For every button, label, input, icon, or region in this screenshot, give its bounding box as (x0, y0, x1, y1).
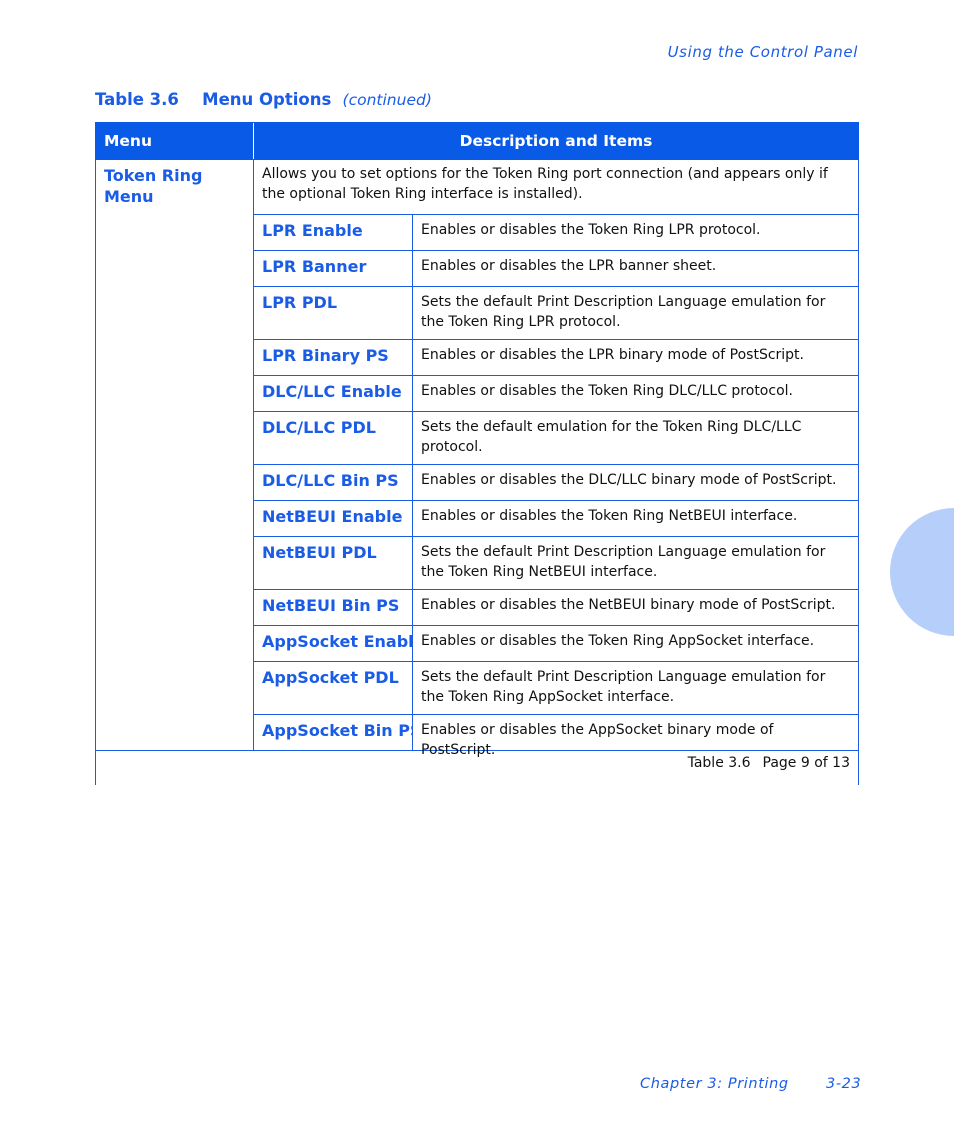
item-desc: Enables or disables the AppSocket binary… (421, 722, 774, 758)
table-row: AppSocket Enabl Enables or disables the T… (254, 626, 858, 662)
item-name: DLC/LLC PDL (254, 412, 413, 464)
item-desc: Sets the default Print Description Langu… (421, 669, 826, 705)
table-row: DLC/LLC Enable Enables or disables the To… (254, 376, 858, 412)
item-desc: Enables or disables the LPR binary mode … (421, 347, 804, 363)
running-head: Using the Control Panel (667, 43, 858, 61)
item-name: LPR Banner (254, 251, 413, 286)
description-column: Allows you to set options for the Token … (254, 160, 858, 758)
menu-intro: Allows you to set options for the Token … (254, 160, 858, 215)
item-desc: Sets the default emulation for the Token… (421, 419, 802, 455)
table-row: LPR PDL Sets the default Print Descriptio… (254, 287, 858, 340)
table-row: NetBEUI Bin PS Enables or disables the Ne… (254, 590, 858, 626)
table-caption: Table 3.6 Menu Options (continued) (95, 90, 432, 109)
table-title: Menu Options (202, 90, 332, 109)
item-desc: Enables or disables the LPR banner sheet… (421, 258, 717, 274)
table-row: LPR Binary PS Enables or disables the LPR… (254, 340, 858, 376)
item-desc: Enables or disables the NetBEUI binary m… (421, 597, 836, 613)
item-name: NetBEUI Enable (254, 501, 413, 536)
continued-label: (continued) (342, 91, 432, 109)
item-desc: Enables or disables the Token Ring DLC/L… (421, 383, 793, 399)
table-body: Token Ring Menu Allows you to set option… (95, 160, 859, 758)
item-name: LPR PDL (254, 287, 413, 339)
item-desc: Enables or disables the Token Ring AppSo… (421, 633, 815, 649)
item-desc: Sets the default Print Description Langu… (421, 544, 826, 580)
item-name: NetBEUI PDL (254, 537, 413, 589)
item-desc: Enables or disables the Token Ring NetBE… (421, 508, 798, 524)
table-row: NetBEUI Enable Enables or disables the To… (254, 501, 858, 537)
table-row: DLC/LLC PDL Sets the default emulation fo… (254, 412, 858, 465)
item-name: AppSocket Enabl (254, 626, 413, 661)
table-number: Table 3.6 (95, 90, 179, 109)
menu-options-table: Menu Description and Items Token Ring Me… (95, 122, 859, 785)
chapter-tab-marker (890, 508, 954, 636)
table-row: DLC/LLC Bin PS Enables or disables the DL… (254, 465, 858, 501)
table-row: LPR Enable Enables or disables the Token … (254, 215, 858, 251)
item-name: AppSocket Bin PS (254, 715, 413, 750)
footer-page-count: Page 9 of 13 (762, 755, 850, 771)
item-desc: Enables or disables the Token Ring LPR p… (421, 222, 761, 238)
menu-name: Token Ring Menu (96, 160, 254, 750)
header-menu: Menu (96, 123, 254, 159)
item-name: DLC/LLC Enable (254, 376, 413, 411)
item-name: LPR Binary PS (254, 340, 413, 375)
table-row: LPR Banner Enables or disables the LPR ba… (254, 251, 858, 287)
item-desc: Sets the default Print Description Langu… (421, 294, 826, 330)
footer-page-number: 3-23 (826, 1076, 862, 1092)
item-name: NetBEUI Bin PS (254, 590, 413, 625)
footer-table-number: Table 3.6 (687, 755, 751, 771)
table-row: AppSocket PDL Sets the default Print Desc… (254, 662, 858, 715)
table-header-row: Menu Description and Items (95, 122, 859, 160)
item-name: LPR Enable (254, 215, 413, 250)
item-name: DLC/LLC Bin PS (254, 465, 413, 500)
table-row: AppSocket Bin PS Enables or disables the … (254, 715, 858, 758)
item-name: AppSocket PDL (254, 662, 413, 714)
header-description: Description and Items (459, 132, 653, 150)
table-row: NetBEUI PDL Sets the default Print Descri… (254, 537, 858, 590)
item-desc: Enables or disables the DLC/LLC binary m… (421, 472, 837, 488)
footer-chapter: Chapter 3: Printing (640, 1076, 789, 1092)
